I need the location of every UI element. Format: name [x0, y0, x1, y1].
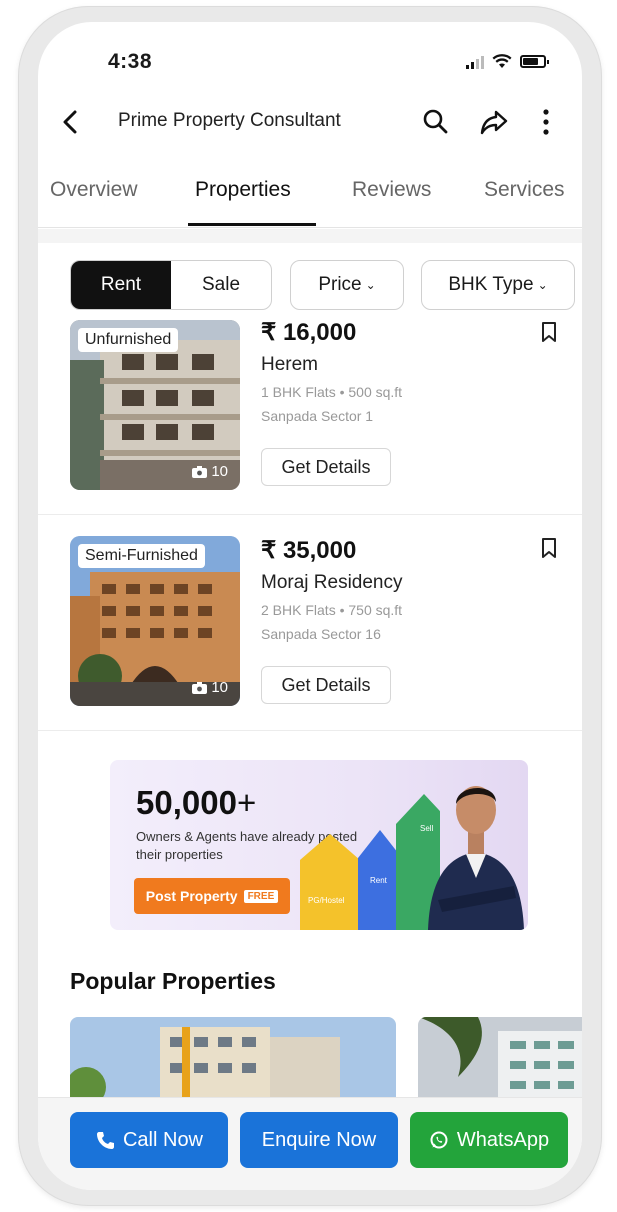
camera-icon	[192, 681, 208, 694]
rent-sale-toggle: Rent Sale	[70, 260, 272, 310]
search-icon[interactable]	[418, 104, 454, 140]
photo-count: 10	[192, 463, 228, 480]
divider	[38, 730, 582, 731]
listing-photo[interactable]: Semi-Furnished 10	[70, 536, 240, 706]
tab-bar: Overview Properties Reviews Services	[38, 172, 582, 228]
listing-name: Moraj Residency	[261, 572, 403, 593]
listing-name: Herem	[261, 354, 319, 375]
tab-overview[interactable]: Overview	[50, 178, 138, 202]
more-options-icon[interactable]	[528, 104, 564, 140]
chevron-down-icon: ⌄	[537, 278, 548, 292]
building-image	[418, 1017, 582, 1107]
house-label: Rent	[370, 876, 387, 885]
bookmark-icon[interactable]	[538, 536, 560, 560]
listing-price: ₹ 35,000	[261, 537, 357, 564]
back-arrow-icon[interactable]	[56, 104, 86, 140]
call-now-label: Call Now	[122, 1128, 204, 1151]
furnishing-badge: Unfurnished	[78, 328, 179, 352]
phone-icon	[96, 1132, 114, 1149]
enquire-now-label: Enquire Now	[261, 1128, 377, 1151]
call-now-button[interactable]: Call Now	[70, 1112, 228, 1168]
tab-reviews[interactable]: Reviews	[352, 178, 431, 202]
furnishing-badge: Semi-Furnished	[78, 544, 205, 568]
bottom-action-bar: Call Now Enquire Now WhatsApp	[38, 1097, 582, 1190]
popular-property-card[interactable]	[418, 1017, 582, 1107]
bhk-type-filter[interactable]: BHK Type ⌄	[421, 260, 575, 310]
listing-location: Sanpada Sector 16	[261, 626, 381, 642]
tab-services[interactable]: Services	[484, 178, 565, 202]
battery-icon	[520, 55, 549, 68]
listing-card[interactable]: Semi-Furnished 10 ₹ 35,000 Moraj Residen…	[38, 536, 582, 742]
listing-details: 1 BHK Flats • 500 sq.ft	[261, 384, 403, 400]
houses-illustration	[300, 794, 440, 930]
tab-properties[interactable]: Properties	[195, 178, 291, 202]
filter-bar: Rent Sale Price ⌄ BHK Type ⌄	[70, 260, 582, 312]
enquire-now-button[interactable]: Enquire Now	[240, 1112, 398, 1168]
rent-toggle[interactable]: Rent	[71, 261, 171, 309]
post-property-button[interactable]: Post Property FREE	[134, 878, 290, 914]
camera-icon	[192, 465, 208, 478]
building-image	[70, 1017, 396, 1107]
house-label: PG/Hostel	[308, 896, 345, 905]
photo-count-value: 10	[211, 679, 228, 696]
post-property-banner[interactable]: 50,000+ Owners & Agents have already pos…	[110, 760, 528, 930]
battery-level	[523, 58, 539, 65]
wifi-icon	[492, 54, 512, 68]
whatsapp-button[interactable]: WhatsApp	[410, 1112, 568, 1168]
photo-count: 10	[192, 679, 228, 696]
whatsapp-label: WhatsApp	[456, 1128, 550, 1151]
get-details-button[interactable]: Get Details	[261, 666, 391, 704]
status-bar: 4:38	[38, 22, 582, 102]
chevron-down-icon: ⌄	[365, 278, 376, 292]
app-bar: Prime Property Consultant	[38, 100, 582, 144]
status-time: 4:38	[108, 50, 153, 73]
active-tab-indicator	[188, 223, 316, 226]
share-icon[interactable]	[476, 104, 512, 140]
get-details-button[interactable]: Get Details	[261, 448, 391, 486]
popular-property-card[interactable]	[70, 1017, 396, 1107]
listing-location: Sanpada Sector 1	[261, 408, 374, 424]
photo-count-value: 10	[211, 463, 228, 480]
section-divider	[38, 229, 582, 243]
sale-toggle[interactable]: Sale	[171, 261, 271, 309]
phone-screen: 4:38 Prime Property Consultant Overview …	[38, 22, 582, 1190]
listing-photo[interactable]: Unfurnished 10	[70, 320, 240, 490]
bhk-type-filter-label: BHK Type	[448, 274, 534, 295]
banner-count: 50,000+	[136, 784, 257, 821]
signal-icon	[466, 55, 484, 69]
post-property-label: Post Property	[145, 888, 238, 904]
free-tag: FREE	[243, 889, 279, 903]
status-icons	[466, 54, 549, 69]
bookmark-icon[interactable]	[538, 320, 560, 344]
app-title: Prime Property Consultant	[118, 110, 341, 131]
divider	[38, 514, 582, 515]
listing-details: 2 BHK Flats • 750 sq.ft	[261, 602, 403, 618]
agent-photo	[428, 786, 524, 930]
popular-properties-title: Popular Properties	[70, 968, 276, 994]
listing-price: ₹ 16,000	[261, 319, 357, 346]
price-filter-label: Price	[318, 274, 362, 295]
price-filter[interactable]: Price ⌄	[290, 260, 404, 310]
whatsapp-icon	[430, 1131, 448, 1149]
listing-card[interactable]: Unfurnished 10 ₹ 16,000 Herem 1 BHK Flat…	[38, 319, 582, 526]
